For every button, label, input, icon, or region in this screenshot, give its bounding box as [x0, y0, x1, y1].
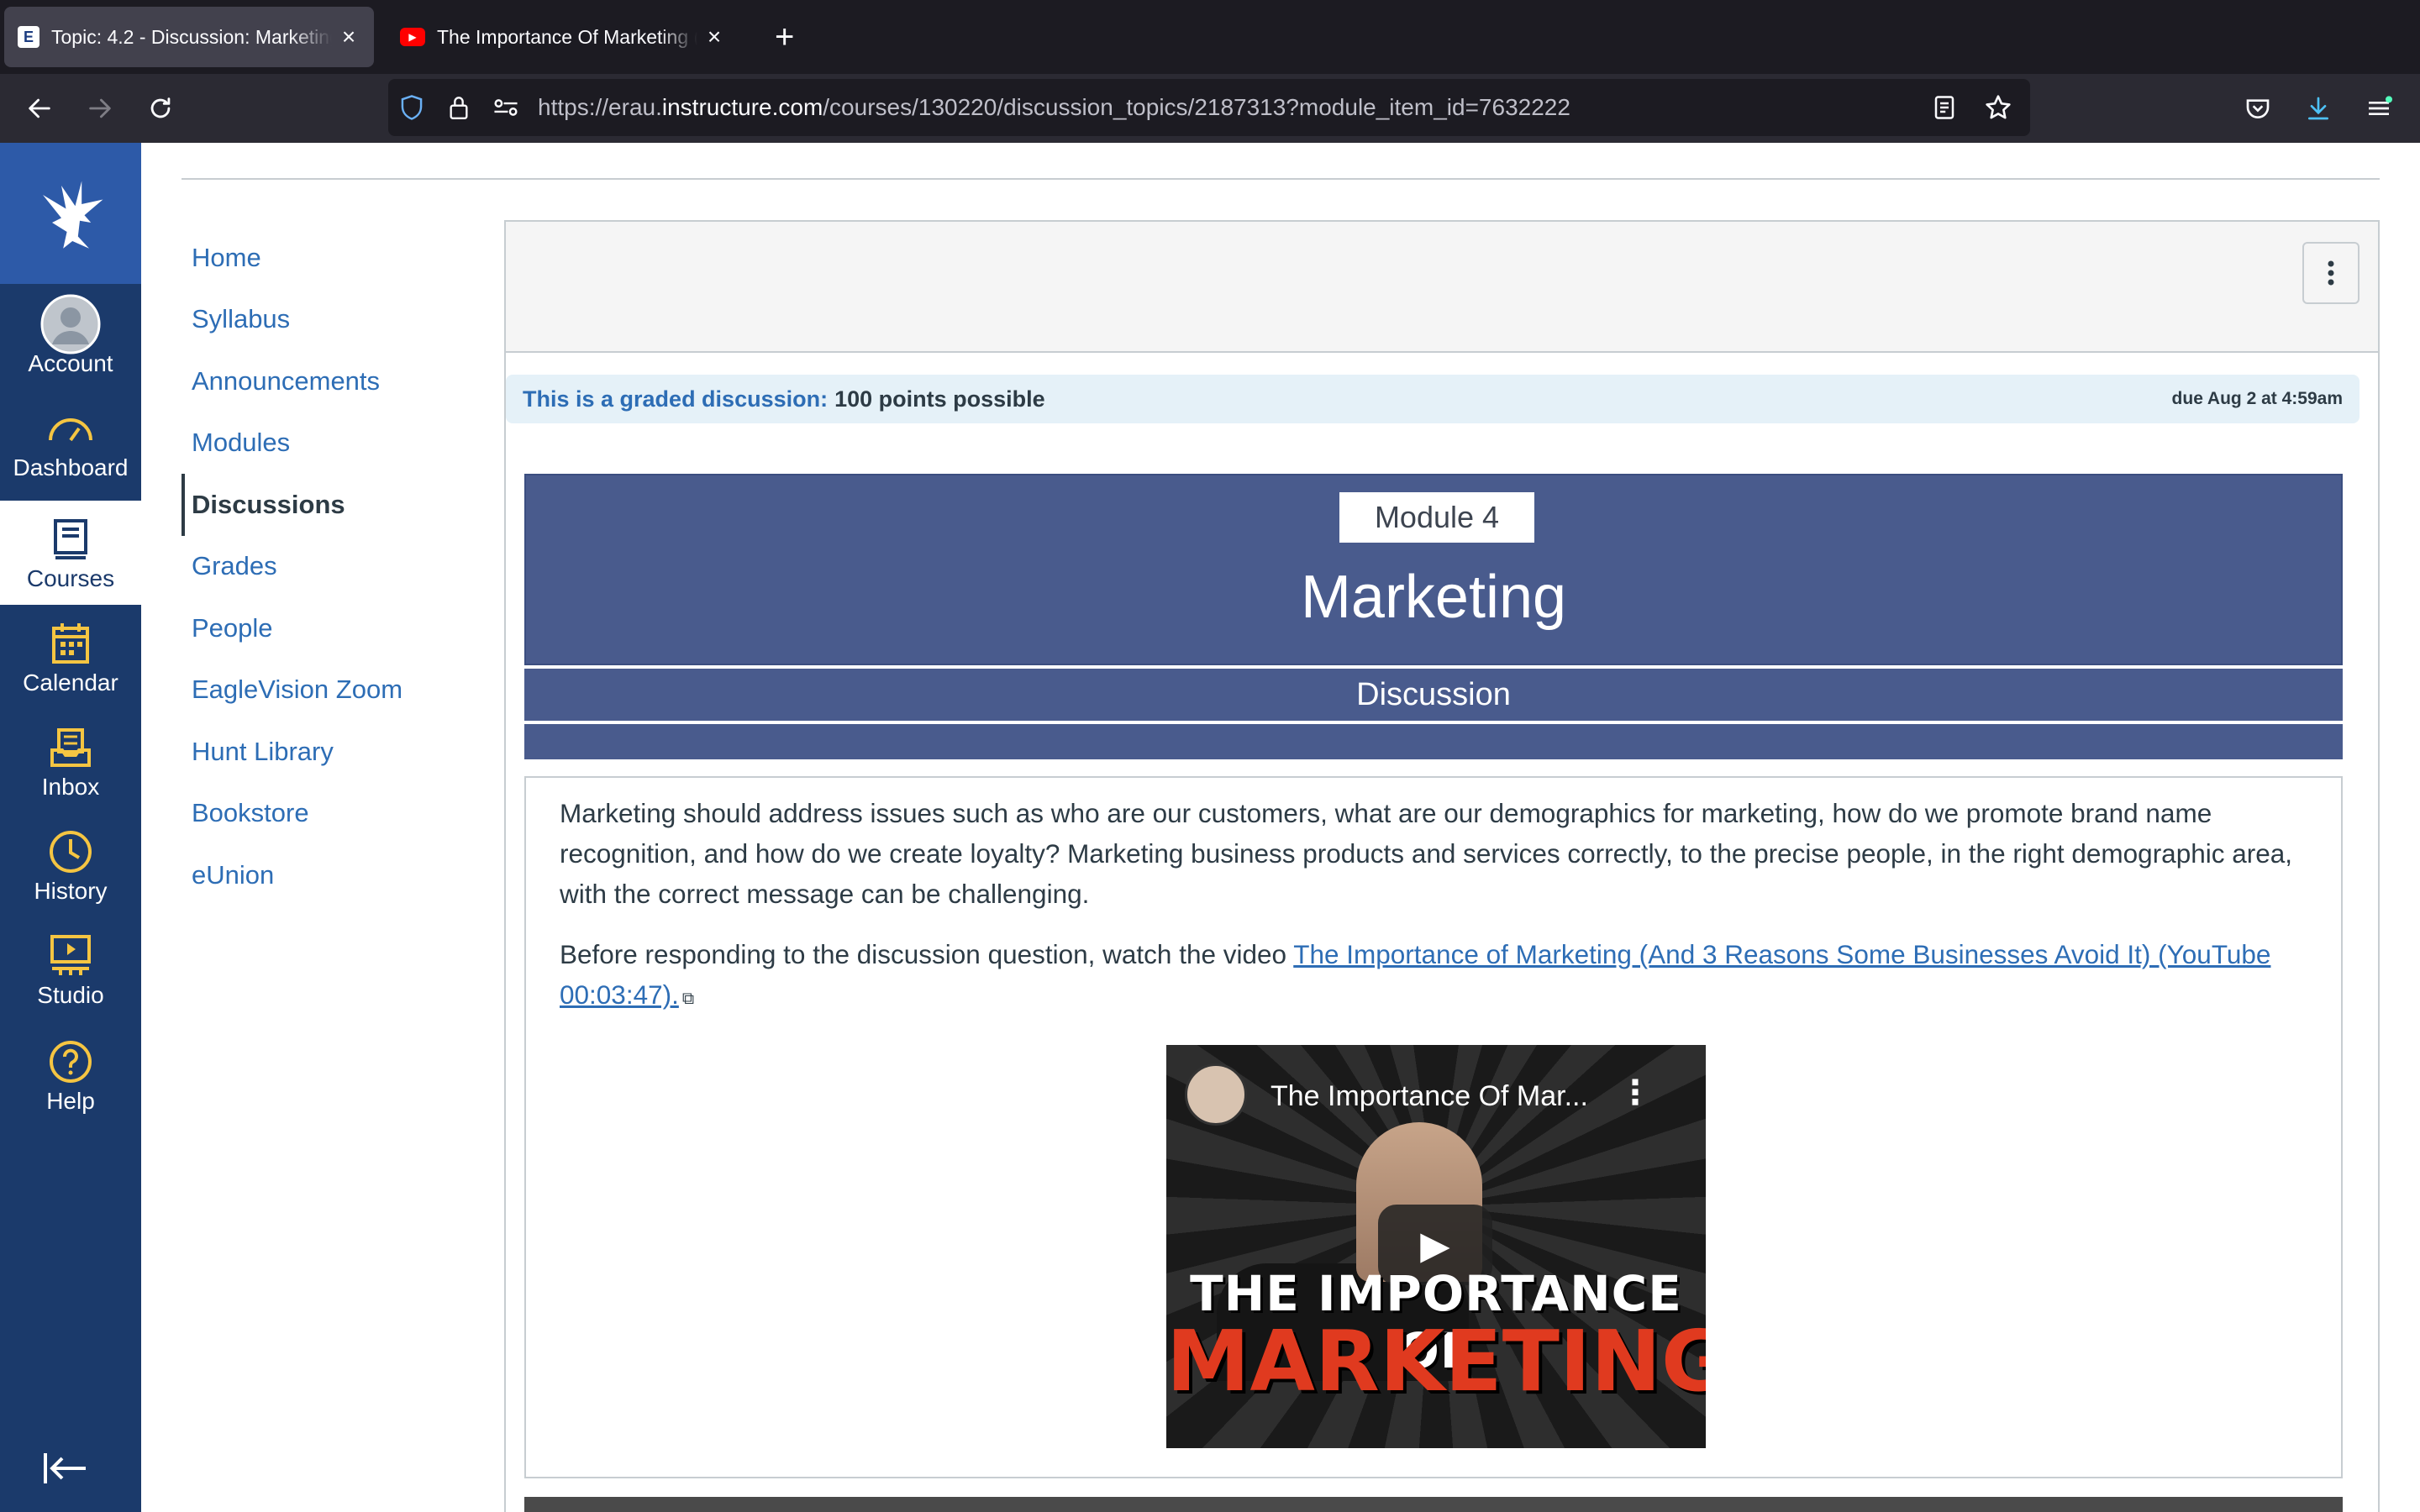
history-icon — [48, 826, 93, 878]
close-tab-icon[interactable]: × — [702, 24, 726, 50]
video-more-icon[interactable]: ⋮ — [1618, 1074, 1652, 1112]
top-divider — [182, 178, 2380, 180]
courses-icon — [52, 513, 89, 565]
banner-subtitle: Discussion — [524, 669, 2343, 721]
course-nav-people[interactable]: People — [182, 597, 501, 659]
reload-icon — [150, 97, 171, 118]
gnav-history[interactable]: History — [0, 813, 141, 917]
tracking-shield-icon[interactable] — [388, 94, 435, 121]
calendar-icon — [50, 617, 91, 669]
tab-title: Topic: 4.2 - Discussion: Marketing — [51, 25, 332, 48]
gnav-studio-label: Studio — [37, 982, 104, 1008]
back-arrow-icon — [29, 98, 50, 118]
gnav-courses-label: Courses — [26, 565, 115, 591]
course-nav-home[interactable]: Home — [182, 227, 501, 289]
browser-navbar: https://erau.instructure.com/courses/130… — [0, 74, 2420, 143]
banner-title: Marketing — [1300, 564, 1567, 631]
external-link-icon: ⧉ — [681, 990, 695, 1008]
module-label: Module 4 — [1339, 492, 1534, 543]
gnav-dashboard-label: Dashboard — [13, 454, 129, 480]
tab-discussion[interactable]: E Topic: 4.2 - Discussion: Marketing × — [4, 7, 374, 67]
intro-paragraph: Marketing should address issues such as … — [560, 798, 2293, 909]
course-nav-grades[interactable]: Grades — [182, 536, 501, 598]
due-date: due Aug 2 at 4:59am — [2171, 389, 2343, 408]
discussion-header — [506, 222, 2378, 353]
url-bar[interactable]: https://erau.instructure.com/courses/130… — [388, 79, 2030, 136]
gnav-account-label: Account — [28, 350, 113, 376]
account-icon — [40, 294, 101, 354]
reader-view-icon[interactable] — [1921, 95, 1968, 120]
forward-button[interactable] — [77, 86, 123, 131]
banner-strip — [524, 724, 2343, 759]
gnav-help-label: Help — [46, 1088, 95, 1114]
course-nav-discussions[interactable]: Discussions — [182, 474, 501, 536]
pocket-button[interactable] — [2235, 86, 2281, 131]
next-section-strip — [524, 1497, 2343, 1512]
thumbnail-text-line2: MARKETING — [1166, 1312, 1706, 1410]
course-nav-eunion[interactable]: eUnion — [182, 844, 501, 906]
graded-label: This is a graded discussion: — [523, 386, 829, 412]
course-nav-hunt-library[interactable]: Hunt Library — [182, 721, 501, 783]
app-menu-button[interactable] — [2356, 86, 2402, 131]
permissions-icon[interactable] — [482, 96, 529, 119]
course-nav: Home Syllabus Announcements Modules Disc… — [182, 227, 501, 906]
reload-button[interactable] — [138, 86, 183, 131]
hamburger-icon — [2369, 96, 2392, 115]
course-nav-modules[interactable]: Modules — [182, 412, 501, 475]
gnav-inbox-label: Inbox — [41, 774, 100, 800]
eagle-icon — [43, 181, 103, 249]
module-banner: Module 4 Marketing — [524, 474, 2343, 665]
url-text: https://erau.instructure.com/courses/130… — [538, 94, 1570, 120]
browser-tabstrip: E Topic: 4.2 - Discussion: Marketing × ▶… — [0, 0, 2420, 74]
gnav-inbox[interactable]: Inbox — [0, 709, 141, 813]
kebab-icon — [2328, 260, 2334, 286]
play-icon: ▶ — [1420, 1223, 1450, 1267]
gnav-calendar-label: Calendar — [23, 669, 118, 696]
global-nav: Account Dashboard Courses Calendar Inbox… — [0, 143, 141, 1512]
course-nav-bookstore[interactable]: Bookstore — [182, 783, 501, 845]
discussion-content: This is a graded discussion: 100 points … — [504, 220, 2380, 1512]
back-button[interactable] — [17, 86, 62, 131]
download-icon — [2308, 97, 2328, 120]
discussion-body: Marketing should address issues such as … — [524, 776, 2343, 1478]
tab-youtube[interactable]: ▶ The Importance Of Marketing (And 3 Rea… — [387, 7, 739, 67]
gnav-account[interactable]: Account — [0, 286, 141, 390]
downloads-button[interactable] — [2296, 86, 2341, 131]
collapse-icon — [44, 1453, 86, 1483]
studio-icon — [49, 930, 92, 982]
video-title[interactable]: The Importance Of Mar... — [1270, 1080, 1588, 1113]
gnav-calendar[interactable]: Calendar — [0, 605, 141, 709]
bookmark-star-icon[interactable] — [1975, 94, 2022, 121]
instruction-text: Before responding to the discussion ques… — [560, 939, 1294, 969]
forward-arrow-icon — [89, 98, 111, 118]
tab-title: The Importance Of Marketing (And 3 Reaso… — [437, 25, 697, 48]
points-possible: 100 points possible — [834, 386, 1045, 412]
collapse-nav-button[interactable] — [42, 1449, 89, 1495]
pocket-icon — [2246, 99, 2270, 118]
close-tab-icon[interactable]: × — [337, 24, 360, 50]
course-nav-syllabus[interactable]: Syllabus — [182, 289, 501, 351]
channel-avatar[interactable] — [1185, 1063, 1247, 1126]
lock-icon[interactable] — [435, 94, 482, 121]
inbox-icon — [49, 722, 92, 774]
more-options-button[interactable] — [2302, 242, 2360, 304]
gnav-help[interactable]: Help — [0, 1023, 141, 1127]
eagle-logo[interactable] — [0, 143, 141, 284]
help-icon — [48, 1036, 93, 1088]
instruction-paragraph: Before responding to the discussion ques… — [560, 934, 2316, 1019]
canvas-favicon-icon: E — [18, 26, 39, 48]
new-tab-button[interactable]: + — [775, 17, 794, 57]
gnav-dashboard[interactable]: Dashboard — [0, 390, 141, 494]
gnav-studio[interactable]: Studio — [0, 917, 141, 1021]
graded-discussion-bar: This is a graded discussion: 100 points … — [506, 375, 2360, 423]
youtube-embed[interactable]: The Importance Of Mar... ⋮ ▶ THE IMPORTA… — [1166, 1045, 1706, 1448]
course-nav-announcements[interactable]: Announcements — [182, 350, 501, 412]
gnav-history-label: History — [34, 878, 108, 904]
gnav-courses[interactable]: Courses — [0, 501, 141, 605]
course-nav-eaglevision-zoom[interactable]: EagleVision Zoom — [182, 659, 501, 722]
youtube-icon: ▶ — [400, 28, 425, 46]
dashboard-icon — [47, 402, 94, 454]
